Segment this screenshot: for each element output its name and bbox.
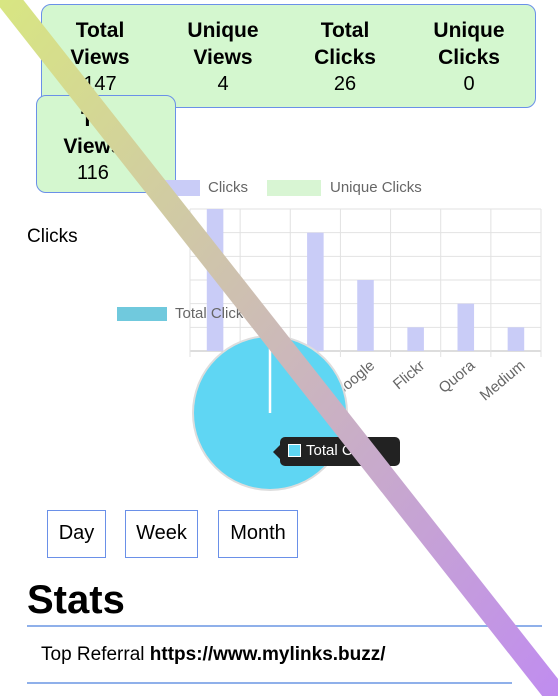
- week-button[interactable]: Week: [125, 510, 198, 558]
- bar-clicks[interactable]: [507, 327, 525, 351]
- divider-bottom: [27, 682, 512, 684]
- bar-clicks[interactable]: [357, 280, 374, 351]
- bar-clicks[interactable]: [307, 232, 324, 351]
- pie-legend-swatch: [117, 307, 167, 321]
- top-referral-label: Top Referral: [41, 644, 145, 665]
- x-tick-label: Medium: [477, 357, 529, 404]
- tooltip-swatch: [288, 444, 301, 457]
- tooltip-text: Total C: [306, 442, 353, 459]
- divider-top: [27, 625, 542, 627]
- pie-legend-label: Total Clicks: [175, 305, 251, 322]
- total-clicks-pie-chart: [192, 335, 348, 491]
- month-button[interactable]: Month: [218, 510, 298, 558]
- x-tick-label: Quora: [435, 357, 478, 397]
- stats-heading: Stats: [27, 578, 125, 622]
- top-referral-link[interactable]: https://www.mylinks.buzz/: [150, 644, 386, 665]
- bar-clicks[interactable]: [206, 209, 224, 351]
- bar-clicks[interactable]: [407, 327, 424, 351]
- clicks-chart-title: Clicks: [27, 226, 78, 247]
- pie-tooltip: Total C: [273, 437, 400, 466]
- top-referral-row: Top Referral https://www.mylinks.buzz/: [41, 644, 386, 666]
- x-tick-label: Flickr: [390, 357, 428, 393]
- bar-clicks[interactable]: [457, 303, 475, 351]
- day-button[interactable]: Day: [47, 510, 106, 558]
